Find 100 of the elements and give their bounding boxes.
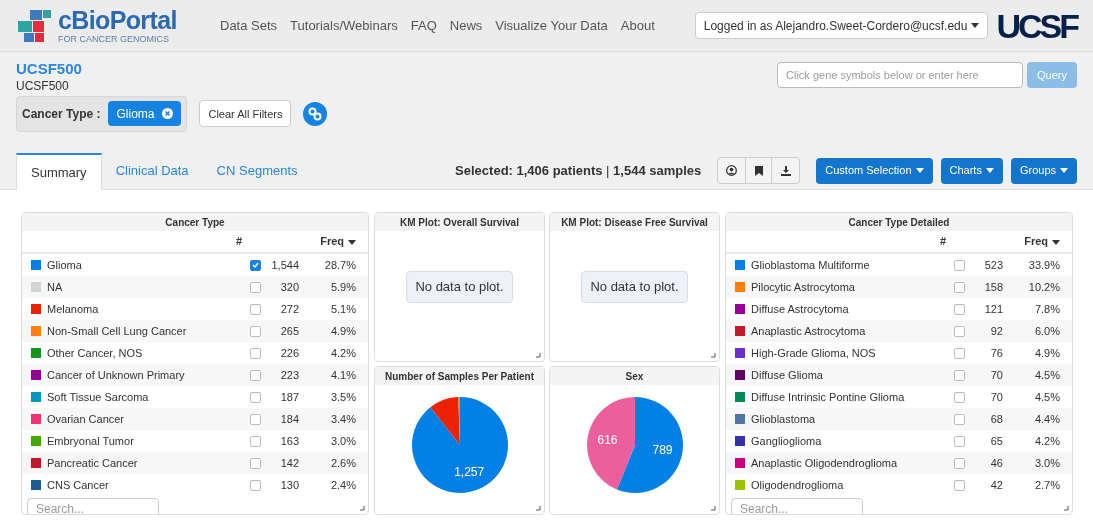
- row-checkbox[interactable]: [250, 457, 261, 469]
- nav-link[interactable]: Visualize Your Data: [495, 15, 608, 36]
- toolbar-dropdown[interactable]: Groups: [1010, 157, 1077, 184]
- table-cell-text: 2.7%: [1033, 477, 1060, 493]
- tab[interactable]: CN Segments: [202, 152, 312, 189]
- table-cell-text: 7.8%: [1033, 301, 1060, 317]
- table-cell-text: Oligodendroglioma: [751, 477, 845, 493]
- row-checkbox[interactable]: [954, 435, 965, 447]
- column-header[interactable]: Freq: [276, 233, 356, 250]
- row-checkbox[interactable]: [250, 259, 261, 271]
- study-title: UCSF500: [16, 60, 83, 79]
- table-cell-text: 4.9%: [1033, 345, 1060, 361]
- resize-handle-icon[interactable]: [711, 506, 716, 511]
- clear-filters-button[interactable]: Clear All Filters: [199, 100, 292, 128]
- chart-title: KM Plot: Overall Survival: [375, 213, 544, 231]
- bookmark-button[interactable]: [745, 158, 773, 183]
- table-cell-text: 142: [279, 455, 299, 471]
- pie-slice[interactable]: [412, 397, 508, 493]
- nav-link[interactable]: Tutorials/Webinars: [290, 15, 398, 36]
- row-checkbox[interactable]: [954, 281, 965, 293]
- row-checkbox[interactable]: [954, 369, 965, 381]
- row-checkbox[interactable]: [250, 303, 261, 315]
- column-header[interactable]: #: [236, 233, 276, 250]
- nav-link[interactable]: About: [620, 15, 655, 36]
- toolbar-dropdown[interactable]: Charts: [940, 157, 1003, 184]
- table-cell-text: 163: [279, 433, 299, 449]
- table-cell-text: 70: [989, 367, 1003, 383]
- table-cell-text: Cancer of Unknown Primary: [47, 367, 186, 383]
- account-dropdown[interactable]: Logged in as Alejandro.Sweet-Cordero@ucsf.edu: [694, 12, 989, 39]
- brand-logo: UCSF: [996, 8, 1077, 43]
- table-cell-text: 2.4%: [329, 477, 356, 493]
- table-cell-text: 130: [279, 477, 299, 493]
- nav-link[interactable]: News: [449, 15, 483, 36]
- row-checkbox[interactable]: [250, 435, 261, 447]
- table-cell-text: 158: [983, 279, 1003, 295]
- logo-subtitle: FOR CANCER GENOMICS: [58, 34, 170, 44]
- nav-link[interactable]: Data Sets: [220, 15, 278, 36]
- table-cell-text: 3.0%: [1033, 455, 1060, 471]
- user-icon: [726, 165, 738, 176]
- table-cell-text: Anaplastic Astrocytoma: [751, 323, 867, 339]
- table-cell-text: 184: [279, 411, 299, 427]
- resize-handle-icon[interactable]: [536, 353, 541, 358]
- link-icon[interactable]: [303, 101, 328, 126]
- table-cell-text: NA: [47, 279, 64, 295]
- row-checkbox[interactable]: [250, 391, 261, 403]
- table-cell-text: Anaplastic Oligodendroglioma: [751, 455, 899, 471]
- row-checkbox[interactable]: [954, 259, 965, 271]
- row-checkbox[interactable]: [954, 391, 965, 403]
- search-field[interactable]: Search...: [27, 498, 159, 514]
- row-checkbox[interactable]: [250, 413, 261, 425]
- table-cell-text: Non-Small Cell Lung Cancer: [47, 323, 188, 339]
- caret-icon: [348, 239, 356, 245]
- row-checkbox[interactable]: [250, 281, 261, 293]
- column-header[interactable]: Freq: [980, 233, 1060, 250]
- tab[interactable]: Clinical Data: [101, 152, 203, 189]
- pie-slice[interactable]: [587, 397, 635, 490]
- table-cell-text: Embryonal Tumor: [47, 433, 135, 449]
- row-checkbox[interactable]: [250, 325, 261, 337]
- table-cell-text: High-Grade Glioma, NOS: [751, 345, 877, 361]
- table-cell-text: 265: [279, 323, 299, 339]
- nav-link[interactable]: FAQ: [410, 15, 437, 36]
- table-cell-text: 70: [989, 389, 1003, 405]
- table-cell-text: 33.9%: [1027, 257, 1060, 273]
- resize-handle-icon[interactable]: [360, 506, 365, 511]
- row-checkbox[interactable]: [954, 303, 965, 315]
- row-checkbox[interactable]: [954, 325, 965, 337]
- row-checkbox[interactable]: [954, 347, 965, 359]
- caret-icon: [985, 168, 994, 173]
- table-cell-text: 5.9%: [329, 279, 356, 295]
- filter-pill[interactable]: Glioma: [108, 101, 182, 127]
- table-cell-text: 187: [279, 389, 299, 405]
- gene-query-field[interactable]: Click gene symbols below or enter here: [777, 62, 1024, 88]
- chart-title: Number of Samples Per Patient: [375, 367, 544, 385]
- row-checkbox[interactable]: [250, 347, 261, 359]
- row-checkbox[interactable]: [954, 413, 965, 425]
- table-cell-text: 226: [279, 345, 299, 361]
- row-checkbox[interactable]: [250, 479, 261, 491]
- logo-title: cBioPortal: [58, 7, 177, 33]
- table-cell-text: 76: [989, 345, 1003, 361]
- toolbar-dropdown[interactable]: Custom Selection: [816, 157, 933, 184]
- pie-slice[interactable]: [430, 397, 460, 445]
- resize-handle-icon[interactable]: [536, 506, 541, 511]
- row-checkbox[interactable]: [954, 457, 965, 469]
- row-checkbox[interactable]: [250, 369, 261, 381]
- table-cell-text: Diffuse Intrinsic Pontine Glioma: [751, 389, 906, 405]
- table-cell-text: 4.5%: [1033, 367, 1060, 383]
- table-cell-text: Glioblastoma: [751, 411, 817, 427]
- resize-handle-icon[interactable]: [1064, 506, 1069, 511]
- remove-icon[interactable]: [162, 108, 174, 120]
- column-header[interactable]: #: [940, 233, 980, 250]
- tab[interactable]: Summary: [16, 153, 102, 190]
- table-cell-text: 4.1%: [329, 367, 356, 383]
- resize-handle-icon[interactable]: [711, 353, 716, 358]
- pie-slice[interactable]: [616, 397, 683, 493]
- search-field[interactable]: Search...: [731, 498, 863, 514]
- row-checkbox[interactable]: [954, 479, 965, 491]
- table-cell-text: 272: [279, 301, 299, 317]
- table-cell-text: 523: [983, 257, 1003, 273]
- table-cell-text: CNS Cancer: [47, 477, 110, 493]
- pie-label: 789: [652, 443, 673, 458]
